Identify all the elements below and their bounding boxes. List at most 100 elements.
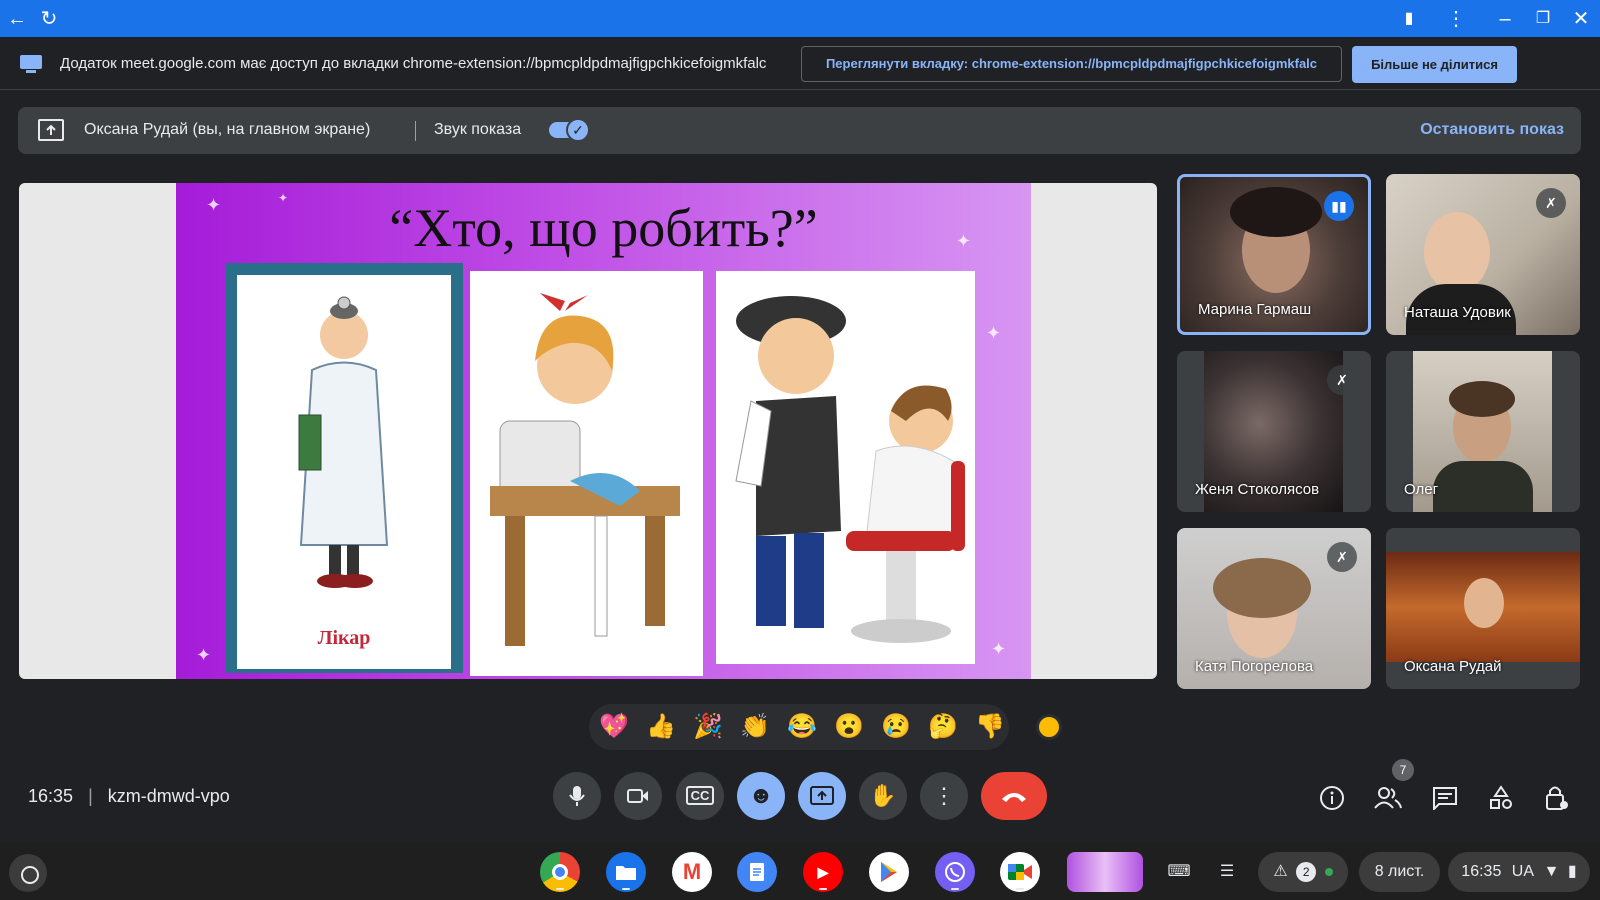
reaction-button[interactable]: 🎉 <box>693 712 723 742</box>
infobar-message: Додаток meet.google.com має доступ до вк… <box>60 55 767 72</box>
youtube-app-icon[interactable]: ▶ <box>803 852 843 892</box>
sparkle-icon: ✦ <box>196 645 212 665</box>
system-tray[interactable]: 16:35 UA ▼ ▮ <box>1448 852 1590 892</box>
smile-icon: ☻ <box>748 782 774 809</box>
stop-sharing-button[interactable]: Більше не ділитися <box>1352 46 1517 83</box>
people-icon <box>1374 787 1402 809</box>
play-store-app-icon[interactable] <box>869 852 909 892</box>
present-button[interactable] <box>798 772 846 820</box>
doctor-illustration <box>298 296 389 588</box>
presenting-bar: Оксана Рудай (вы, на главном экране) Зву… <box>18 107 1581 154</box>
date-pill[interactable]: 8 лист. <box>1359 852 1440 892</box>
mic-icon <box>569 786 585 806</box>
more-vert-icon[interactable]: ⋮ <box>1443 6 1469 32</box>
seamstress-illustration <box>490 293 680 646</box>
minimize-icon[interactable]: – <box>1492 6 1518 32</box>
notification-count: 2 <box>1296 862 1317 882</box>
reaction-button[interactable]: 😢 <box>881 712 911 742</box>
camera-icon[interactable]: ▮ <box>1396 6 1422 32</box>
divider <box>415 121 416 141</box>
clock: 16:35 <box>1461 863 1502 880</box>
restore-icon[interactable]: ❐ <box>1530 6 1556 32</box>
participant-tile[interactable]: Олег <box>1386 351 1580 512</box>
people-button[interactable] <box>1372 782 1404 814</box>
sound-label: Звук показа <box>434 121 522 138</box>
reaction-button[interactable]: 😮 <box>834 712 864 742</box>
reaction-button[interactable]: 💖 <box>599 712 629 742</box>
meet-app-icon[interactable] <box>1000 852 1040 892</box>
captions-button[interactable]: CC <box>676 772 724 820</box>
reaction-button[interactable]: 👎 <box>975 712 1005 742</box>
slide: ✦ ✦ ✦ ✦ ✦ ✦ “Хто, що робить?” Лікар <box>176 183 1031 679</box>
emoji-reactions-button[interactable]: ☻ <box>737 772 785 820</box>
notification-tray[interactable]: ⚠ 2 <box>1258 852 1348 892</box>
participant-count-badge: 7 <box>1392 759 1414 781</box>
slide-title: “Хто, що робить?” <box>389 198 818 258</box>
chat-button[interactable] <box>1429 782 1461 814</box>
check-icon: ✓ <box>566 118 590 142</box>
keyboard-icon[interactable]: ⌨ <box>1161 852 1197 892</box>
shapes-icon <box>1490 785 1512 809</box>
host-controls-button[interactable] <box>1541 782 1573 814</box>
meeting-details-button[interactable] <box>1316 782 1348 814</box>
participant-name: Марина Гармаш <box>1198 301 1312 318</box>
lock-person-icon <box>1546 786 1568 810</box>
divider: | <box>88 786 93 806</box>
reaction-button[interactable]: 👏 <box>740 712 770 742</box>
presenter-label: Оксана Рудай (вы, на главном экране) <box>84 121 371 138</box>
meeting-info: 16:35 | kzm-dmwd-vpo <box>28 786 230 807</box>
close-icon[interactable]: ✕ <box>1568 6 1594 32</box>
barber-illustration <box>735 296 965 643</box>
files-app-icon[interactable] <box>606 852 646 892</box>
reactions-bar: 💖 👍 🎉 👏 😂 😮 😢 🤔 👎 <box>589 704 1009 750</box>
doctor-label: Лікар <box>317 627 371 649</box>
reload-icon[interactable]: ↻ <box>36 6 62 32</box>
window-thumbnail[interactable] <box>1067 852 1143 892</box>
activities-button[interactable] <box>1485 782 1517 814</box>
reaction-button[interactable]: 👍 <box>646 712 676 742</box>
gmail-app-icon[interactable]: M <box>672 852 712 892</box>
sound-toggle[interactable]: ✓ <box>549 118 590 142</box>
viber-app-icon[interactable] <box>935 852 975 892</box>
info-icon <box>1320 786 1344 810</box>
participant-tile[interactable]: ✗ Наташа Удовик <box>1386 174 1580 335</box>
participant-tile[interactable]: Оксана Рудай <box>1386 528 1580 689</box>
leave-call-button[interactable] <box>981 772 1047 820</box>
raise-hand-button[interactable]: ✋ <box>859 772 907 820</box>
playlist-icon[interactable]: ☰ <box>1209 852 1245 892</box>
participant-tile[interactable]: ▮▮ Марина Гармаш <box>1177 174 1371 335</box>
docs-app-icon[interactable] <box>737 852 777 892</box>
reaction-button[interactable]: 🤔 <box>928 712 958 742</box>
chrome-app-icon[interactable] <box>540 852 580 892</box>
audio-level-icon: ▮▮ <box>1324 191 1354 221</box>
back-icon[interactable]: ← <box>4 6 30 32</box>
participant-tile[interactable]: ✗ Катя Погорелова <box>1177 528 1371 689</box>
sparkle-icon: ✦ <box>991 639 1007 659</box>
camera-button[interactable] <box>614 772 662 820</box>
video-icon <box>627 789 648 803</box>
mic-off-icon: ✗ <box>1327 365 1357 395</box>
participant-tile[interactable]: ✗ Женя Стоколясов <box>1177 351 1371 512</box>
present-to-all-icon <box>810 786 834 805</box>
meeting-code: kzm-dmwd-vpo <box>107 786 230 806</box>
video-feed <box>1386 552 1580 662</box>
status-dot <box>1324 868 1333 876</box>
reaction-button[interactable]: 😂 <box>787 712 817 742</box>
more-options-button[interactable]: ⋮ <box>920 772 968 820</box>
wifi-icon: ▼ <box>1543 863 1560 880</box>
mic-off-icon: ✗ <box>1327 542 1357 572</box>
input-locale: UA <box>1511 863 1534 880</box>
participant-name: Катя Погорелова <box>1195 658 1314 675</box>
view-tab-button[interactable]: Переглянути вкладку: chrome-extension://… <box>801 46 1342 82</box>
present-screen-icon <box>38 119 64 141</box>
browser-titlebar: ← ↻ ▮ ⋮ – ❐ ✕ <box>0 0 1600 37</box>
participant-name: Олег <box>1404 481 1439 498</box>
participant-name: Оксана Рудай <box>1404 658 1502 675</box>
mic-button[interactable] <box>553 772 601 820</box>
stop-presenting-button[interactable]: Остановить показ <box>1420 121 1564 139</box>
doctor-card: Лікар <box>226 263 463 673</box>
tab-sharing-infobar: Додаток meet.google.com має доступ до вк… <box>0 37 1600 90</box>
seamstress-card <box>470 271 703 676</box>
launcher-icon[interactable] <box>9 854 47 892</box>
skin-tone-button[interactable] <box>1036 714 1062 740</box>
